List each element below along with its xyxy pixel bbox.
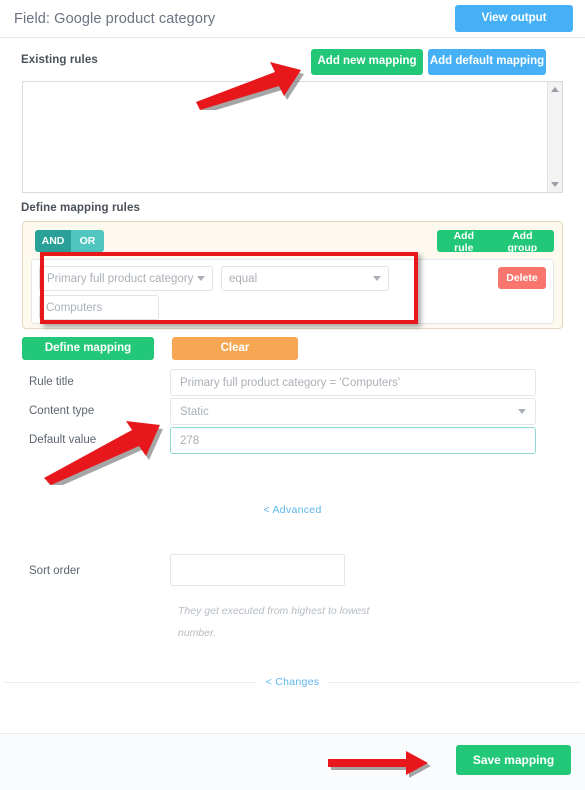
default-value-row: Default value 278 xyxy=(22,427,563,456)
define-mapping-button[interactable]: Define mapping xyxy=(22,337,154,360)
rule-operator-value: equal xyxy=(229,272,258,285)
mapping-actions: Define mapping Clear xyxy=(22,337,563,361)
save-mapping-button[interactable]: Save mapping xyxy=(456,745,571,775)
sort-order-label: Sort order xyxy=(29,565,81,577)
add-group-button[interactable]: Add group xyxy=(491,230,554,254)
changes-link[interactable]: < Changes xyxy=(257,676,329,688)
rule-builder-header: AND OR Add rule Add group xyxy=(31,230,554,254)
page-title: Field: Google product category xyxy=(14,10,216,27)
existing-rules-label: Existing rules xyxy=(21,54,98,66)
app-header: Field: Google product category View outp… xyxy=(0,0,585,38)
add-default-mapping-button[interactable]: Add default mapping xyxy=(428,49,546,75)
rule-row: Primary full product category equal Dele… xyxy=(31,259,554,324)
sort-order-help: They get executed from highest to lowest… xyxy=(178,605,370,639)
advanced-link[interactable]: < Advanced xyxy=(263,504,321,516)
divider-line-right xyxy=(328,681,581,683)
rule-title-input[interactable]: Primary full product category = 'Compute… xyxy=(170,369,536,396)
content-type-value: Static xyxy=(180,405,209,418)
existing-rules-header: Existing rules Add new mapping Add defau… xyxy=(14,49,571,75)
content-type-row: Content type Static xyxy=(22,398,563,427)
chevron-down-icon xyxy=(197,276,205,281)
default-value-input[interactable]: 278 xyxy=(170,427,536,454)
mapping-form: Rule title Primary full product category… xyxy=(22,369,563,456)
sort-order-input[interactable] xyxy=(170,554,345,586)
changes-divider: < Changes xyxy=(0,676,585,688)
default-value-label: Default value xyxy=(29,434,97,446)
footer-bar: Save mapping xyxy=(0,733,585,790)
rule-field-value: Primary full product category xyxy=(47,272,194,285)
content-type-select[interactable]: Static xyxy=(170,398,536,425)
rule-field-select[interactable]: Primary full product category xyxy=(39,266,213,291)
default-value-text: 278 xyxy=(180,434,200,447)
chevron-down-icon xyxy=(373,276,381,281)
condition-toggle-or[interactable]: OR xyxy=(71,230,104,252)
existing-rules-scrollbar[interactable] xyxy=(547,82,562,192)
rule-title-label: Rule title xyxy=(29,376,74,388)
delete-rule-button[interactable]: Delete xyxy=(498,267,546,289)
chevron-down-icon xyxy=(518,409,526,414)
add-rule-group: Add rule Add group xyxy=(437,230,554,254)
divider-line-left xyxy=(4,681,257,683)
condition-toggle-and[interactable]: AND xyxy=(35,230,71,252)
rule-builder: AND OR Add rule Add group Primary full p… xyxy=(22,221,563,329)
scroll-up-icon[interactable] xyxy=(551,87,559,92)
sort-order-row: Sort order They get executed from highes… xyxy=(22,554,563,639)
view-output-button[interactable]: View output xyxy=(455,5,573,32)
rule-value-input[interactable] xyxy=(39,295,159,320)
scroll-down-icon[interactable] xyxy=(551,182,559,187)
existing-rules-listbox[interactable] xyxy=(22,81,563,193)
advanced-link-row: < Advanced xyxy=(14,502,571,516)
add-rule-button[interactable]: Add rule xyxy=(437,230,491,254)
rule-operator-select[interactable]: equal xyxy=(221,266,389,291)
add-new-mapping-button[interactable]: Add new mapping xyxy=(311,49,423,75)
define-mapping-rules-label: Define mapping rules xyxy=(21,202,140,214)
clear-button[interactable]: Clear xyxy=(172,337,298,360)
content-type-label: Content type xyxy=(29,405,95,417)
main-content: Existing rules Add new mapping Add defau… xyxy=(0,49,585,639)
rule-title-value: Primary full product category = 'Compute… xyxy=(180,376,401,389)
rule-title-row: Rule title Primary full product category… xyxy=(22,369,563,398)
